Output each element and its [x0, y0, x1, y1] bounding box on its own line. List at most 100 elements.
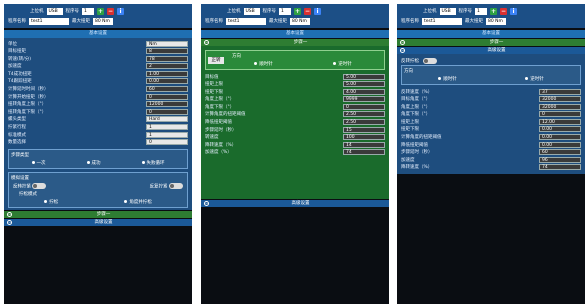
field-input[interactable]: 8	[146, 48, 188, 55]
prog-no-input[interactable]: 1	[475, 7, 487, 15]
field-input[interactable]: 0	[539, 111, 581, 118]
upper-label: 上位机	[227, 9, 241, 14]
remove-icon[interactable]: −	[304, 7, 311, 15]
field-input[interactable]: 1.00	[146, 70, 188, 77]
direction-tab[interactable]: 正转	[208, 56, 224, 64]
field-input[interactable]: 0.00	[146, 78, 188, 85]
unit-select[interactable]: Nm	[146, 40, 188, 47]
field-input[interactable]: 2.50	[343, 111, 385, 118]
field-label: 计算开始扭矩（秒）	[8, 94, 49, 100]
advanced-header[interactable]: − 高级设置	[4, 219, 192, 227]
field-input[interactable]: 60	[146, 86, 188, 93]
field-label: 步骤延时（秒）	[401, 150, 433, 156]
field-input[interactable]: 1	[146, 131, 188, 138]
remove-icon[interactable]: −	[107, 7, 114, 15]
field-input[interactable]: 0	[146, 93, 188, 100]
upper-select[interactable]: USB	[243, 7, 260, 15]
prog-name-input[interactable]: test1	[29, 17, 69, 25]
advanced-header[interactable]: − 高级设置	[397, 47, 585, 54]
upper-select[interactable]: USB	[439, 7, 456, 15]
field-input[interactable]: 12.00	[539, 118, 581, 125]
field-label: 单位	[8, 41, 17, 47]
advanced-panel: 反转拧松 方向 顺时针 逆时针 反转速度（%） 37 目标角度（°） 32000 角…	[397, 54, 585, 174]
upper-label: 上位机	[423, 9, 437, 14]
field-label: 目标角度（°）	[401, 97, 431, 103]
prog-no-input[interactable]: 1	[82, 7, 94, 15]
field-input[interactable]: 1	[146, 124, 188, 131]
field-input[interactable]: 2	[146, 63, 188, 70]
prog-name-label: 程序名称	[8, 19, 26, 24]
field-input[interactable]: 5.00	[343, 73, 385, 80]
info-icon[interactable]: i	[510, 7, 517, 15]
field-input[interactable]: 37	[539, 88, 581, 95]
radio-icon	[525, 77, 529, 80]
direction-title: 方向	[232, 54, 241, 59]
field-input[interactable]: 0.00	[539, 141, 581, 148]
add-icon[interactable]: +	[97, 7, 104, 15]
field-input[interactable]: 0.00	[539, 134, 581, 141]
field-label: 计算角度的扭矩阈值	[401, 135, 442, 141]
section-basic-title[interactable]: 基本设置	[201, 30, 389, 38]
field-input[interactable]: 32000	[539, 103, 581, 110]
step-type-option[interactable]: 失败循环	[141, 160, 165, 166]
cw-option[interactable]: 顺时针	[438, 76, 457, 82]
header-bar: 上位机 USB 程序号 1 + − i 程序名称 test1 最大扭矩 80 N…	[4, 4, 192, 28]
field-input[interactable]: 0	[146, 108, 188, 115]
field-label: 计算角度的扭矩阈值	[205, 112, 246, 118]
simulation-title: 模拟设置	[11, 175, 29, 181]
step-type-option[interactable]: 一次	[31, 160, 46, 166]
field-input[interactable]: 12000	[146, 101, 188, 108]
direction-title: 方向	[404, 69, 413, 74]
field-input[interactable]: 78	[146, 55, 188, 62]
upper-label: 上位机	[30, 9, 44, 14]
field-input[interactable]: 32000	[539, 96, 581, 103]
prog-no-input[interactable]: 1	[279, 7, 291, 15]
field-input[interactable]: 74	[539, 164, 581, 171]
cw-option[interactable]: 顺时针	[254, 61, 273, 67]
ccw-option[interactable]: 逆时针	[525, 76, 544, 82]
field-input[interactable]: 60	[539, 149, 581, 156]
field-input[interactable]: 96	[539, 156, 581, 163]
info-icon[interactable]: i	[314, 7, 321, 15]
reverse-loosen-toggle[interactable]	[423, 57, 437, 64]
section-basic-title[interactable]: 基本设置	[397, 30, 585, 38]
collapse-icon: −	[400, 48, 405, 53]
field-input[interactable]: 14	[343, 141, 385, 148]
repeat-tighten-toggle[interactable]	[169, 182, 183, 189]
loosen-option[interactable]: 角度并拧松	[124, 199, 152, 205]
step-one-header[interactable]: − 步骤一	[4, 211, 192, 219]
loosen-option[interactable]: 拧松	[44, 199, 58, 205]
field-label: 目标值	[205, 74, 219, 80]
upper-select[interactable]: USB	[46, 7, 63, 15]
step-type-option[interactable]: 成功	[86, 160, 101, 166]
basic-settings-panel: 单位 Nm 目标扭矩 8 转速(转/分) 78 加速度 2 T4成功扭矩 1.00 T4跟…	[4, 38, 192, 211]
field-input[interactable]: 74	[343, 149, 385, 156]
step-one-header[interactable]: − 步骤一	[201, 39, 389, 46]
add-icon[interactable]: +	[294, 7, 301, 15]
head-type-select[interactable]: Hard	[146, 116, 188, 123]
advanced-header[interactable]: − 高级设置	[201, 199, 389, 207]
field-input[interactable]: 9999	[343, 96, 385, 103]
remove-icon[interactable]: −	[500, 7, 507, 15]
field-input[interactable]: 0	[146, 139, 188, 146]
prog-no-label: 程序号	[458, 9, 473, 14]
step-one-header[interactable]: − 步骤一	[397, 39, 585, 46]
add-icon[interactable]: +	[490, 7, 497, 15]
ccw-option[interactable]: 逆时针	[333, 61, 352, 67]
prog-name-input[interactable]: test1	[226, 17, 266, 25]
field-input[interactable]: 0.00	[539, 126, 581, 133]
info-icon[interactable]: i	[117, 7, 124, 15]
field-input[interactable]: 100	[343, 134, 385, 141]
field-input[interactable]: 4.00	[343, 88, 385, 95]
field-input[interactable]: 0	[343, 103, 385, 110]
max-torque-value: 80 Nm	[486, 17, 506, 25]
field-input[interactable]: 5.00	[343, 81, 385, 88]
field-input[interactable]: 15	[343, 126, 385, 133]
prog-name-input[interactable]: test1	[422, 17, 462, 25]
reverse-tighten-toggle[interactable]	[32, 182, 47, 189]
collapse-icon: −	[7, 220, 12, 226]
max-torque-label: 最大扭矩	[72, 19, 90, 24]
section-basic-title[interactable]: 基本设置	[4, 30, 192, 38]
radio-icon	[438, 77, 442, 80]
field-input[interactable]: 2.50	[343, 119, 385, 126]
